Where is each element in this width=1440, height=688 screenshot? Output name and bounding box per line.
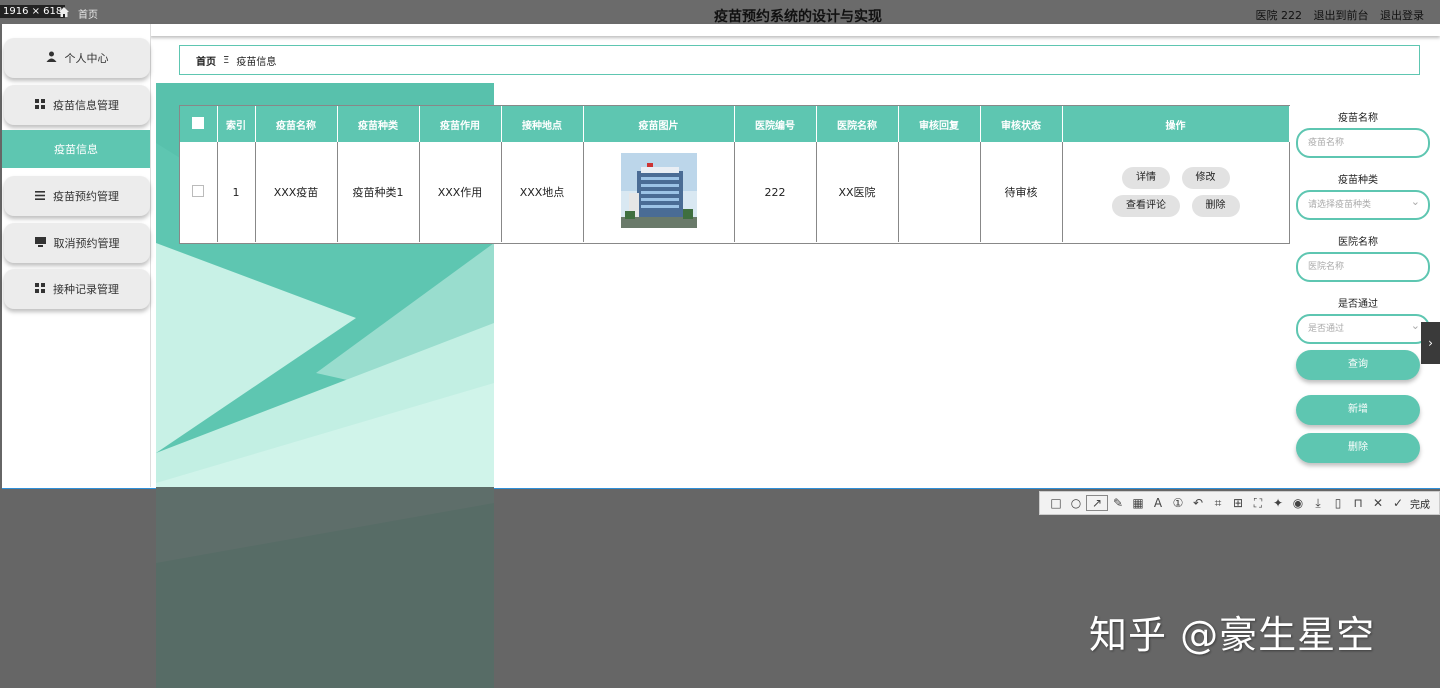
cell-vaccine-type: 疫苗种类1 — [337, 142, 420, 242]
done-button[interactable]: 完成 — [1410, 496, 1430, 511]
arrow-icon[interactable]: ↗ — [1086, 495, 1108, 511]
column-header: 医院编号 — [734, 106, 817, 142]
search-panel: 疫苗名称 疫苗名称 疫苗种类 请选择疫苗种类 医院名称 医院名称 是否通过 是否… — [1296, 110, 1430, 358]
hospital-name-input[interactable]: 医院名称 — [1296, 252, 1430, 282]
edit-button[interactable]: 修改 — [1181, 167, 1230, 189]
column-header: 操作 — [1062, 106, 1290, 142]
check-icon[interactable]: ✓ — [1388, 496, 1408, 510]
cell-index: 1 — [217, 142, 256, 242]
sidebar-item-personal-center[interactable]: 个人中心 — [4, 38, 150, 78]
sidebar-item-vaccine-info-mgmt[interactable]: 疫苗信息管理 — [4, 85, 150, 125]
rectangle-icon[interactable]: □ — [1046, 496, 1066, 510]
logout-link[interactable]: 退出登录 — [1380, 9, 1424, 22]
breadcrumb-home[interactable]: 首页 — [196, 53, 216, 68]
user-name: 医院 222 — [1255, 9, 1303, 22]
cell-vaccine-effect: XXX作用 — [419, 142, 502, 242]
column-header: 疫苗图片 — [583, 106, 735, 142]
app-title: 疫苗预约系统的设计与实现 — [714, 9, 882, 25]
close-icon[interactable]: ✕ — [1368, 496, 1388, 510]
sidebar: 个人中心 疫苗信息管理 疫苗信息 疫苗预约管理 取消预约管理 接种记录管理 — [2, 24, 151, 487]
vaccine-name-label: 疫苗名称 — [1338, 113, 1378, 124]
sidebar-item-label: 取消预约管理 — [53, 237, 120, 250]
text-icon[interactable]: A — [1148, 496, 1168, 510]
vaccine-type-label: 疫苗种类 — [1338, 175, 1378, 186]
translate-icon[interactable]: ⊞ — [1228, 496, 1248, 510]
add-button[interactable]: 新增 — [1296, 395, 1420, 425]
sidebar-item-cancel-mgmt[interactable]: 取消预约管理 — [4, 223, 150, 263]
record-icon[interactable]: ◉ — [1288, 496, 1308, 510]
mosaic-icon[interactable]: ▦ — [1128, 496, 1148, 510]
watermark: 知乎 @豪生星空 — [1089, 613, 1376, 657]
column-header: 索引 — [217, 106, 256, 142]
sidebar-item-label: 疫苗预约管理 — [53, 190, 119, 203]
cell-hospital-name: XX医院 — [816, 142, 899, 242]
phone-icon[interactable]: ▯ — [1328, 496, 1348, 510]
cell-vaccination-place: XXX地点 — [501, 142, 584, 242]
row-checkbox[interactable] — [192, 184, 205, 197]
pass-label: 是否通过 — [1338, 299, 1378, 310]
topbar-shadow-strip — [150, 24, 1440, 36]
sidebar-item-label: 接种记录管理 — [53, 283, 119, 296]
pencil-icon[interactable]: ✎ — [1108, 496, 1128, 510]
query-button[interactable]: 查询 — [1296, 350, 1420, 380]
cell-vaccine-image — [583, 142, 735, 242]
monitor-icon — [34, 236, 46, 250]
bookmark-icon[interactable]: ⊓ — [1348, 496, 1368, 510]
list-icon — [35, 190, 45, 203]
column-header: 医院名称 — [816, 106, 899, 142]
column-header: 接种地点 — [501, 106, 584, 142]
pin-icon[interactable]: ✦ — [1268, 496, 1288, 510]
column-header: 审核状态 — [980, 106, 1063, 142]
vaccine-type-select[interactable]: 请选择疫苗种类 — [1296, 189, 1430, 220]
back-to-front-link[interactable]: 退出到前台 — [1314, 9, 1369, 22]
select-all-checkbox[interactable] — [192, 116, 205, 129]
hospital-name-label: 医院名称 — [1338, 237, 1378, 248]
number-icon[interactable]: ① — [1168, 496, 1188, 510]
pass-select[interactable]: 是否通过 — [1296, 313, 1430, 344]
vaccine-table: 索引 疫苗名称 疫苗种类 疫苗作用 接种地点 疫苗图片 医院编号 医院名称 审核… — [179, 105, 1290, 244]
screenshot-toolbar: □ ○ ↗ ✎ ▦ A ① ↶ ⌗ ⊞ ⛶ ✦ ◉ ⤓ ▯ ⊓ ✕ ✓ 完成 — [1039, 491, 1440, 515]
selection-size-tag: 1916 × 618 — [0, 5, 66, 18]
ellipse-icon[interactable]: ○ — [1066, 496, 1086, 510]
sidebar-item-booking-mgmt[interactable]: 疫苗预约管理 — [4, 176, 150, 216]
table-header-row: 索引 疫苗名称 疫苗种类 疫苗作用 接种地点 疫苗图片 医院编号 医院名称 审核… — [180, 106, 1290, 142]
row-select-cell[interactable] — [180, 142, 218, 242]
vaccine-name-input[interactable]: 疫苗名称 — [1296, 128, 1430, 158]
cell-review-status: 待审核 — [980, 142, 1063, 242]
grid-icon — [35, 282, 45, 296]
download-icon[interactable]: ⤓ — [1308, 496, 1328, 511]
column-header: 审核回复 — [898, 106, 981, 142]
vaccine-photo[interactable] — [620, 153, 697, 228]
chevron-right-icon[interactable]: › — [1421, 322, 1440, 364]
breadcrumb-separator: Ξ — [223, 54, 230, 66]
sidebar-item-label: 疫苗信息管理 — [53, 99, 119, 112]
cell-review-reply — [898, 142, 981, 242]
sidebar-item-vaccination-records[interactable]: 接种记录管理 — [4, 269, 150, 309]
column-header: 疫苗作用 — [419, 106, 502, 142]
scan-icon[interactable]: ⛶ — [1248, 496, 1268, 511]
breadcrumb-current: 疫苗信息 — [236, 56, 277, 68]
cell-vaccine-name: XXX疫苗 — [255, 142, 338, 242]
batch-delete-button[interactable]: 删除 — [1296, 433, 1420, 463]
cell-actions: 详情 修改 查看评论 删除 — [1062, 142, 1289, 242]
grid-icon — [35, 98, 45, 112]
column-header: 疫苗种类 — [337, 106, 420, 142]
select-all-header[interactable] — [180, 106, 218, 142]
table-row: 1 XXX疫苗 疫苗种类1 XXX作用 XXX地点 222 XX医院 待审核 详… — [180, 142, 1289, 242]
ocr-icon[interactable]: ⌗ — [1208, 496, 1228, 511]
sidebar-item-label: 个人中心 — [64, 52, 109, 65]
sidebar-item-label: 疫苗信息 — [54, 143, 98, 156]
home-icon[interactable] — [58, 6, 70, 18]
column-header: 疫苗名称 — [255, 106, 338, 142]
view-comments-button[interactable]: 查看评论 — [1112, 195, 1180, 217]
delete-row-button[interactable]: 删除 — [1191, 195, 1240, 217]
undo-icon[interactable]: ↶ — [1188, 496, 1208, 510]
header-user-area: 医院 222 退出到前台 退出登录 — [1248, 7, 1425, 23]
breadcrumb: 首页 Ξ 疫苗信息 — [179, 45, 1420, 75]
sidebar-item-vaccine-info[interactable]: 疫苗信息 — [2, 130, 150, 168]
detail-button[interactable]: 详情 — [1122, 167, 1170, 189]
user-icon — [46, 51, 57, 65]
cell-hospital-no: 222 — [734, 142, 817, 242]
home-link[interactable]: 首页 — [78, 6, 98, 21]
